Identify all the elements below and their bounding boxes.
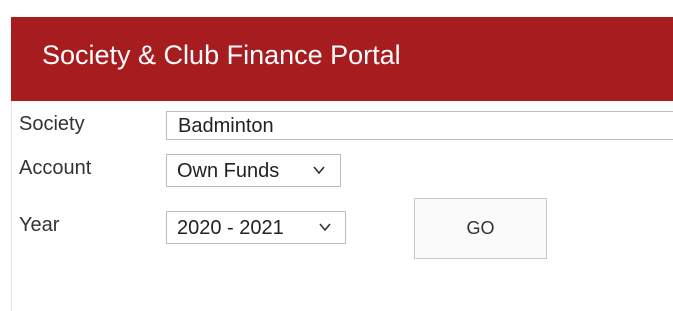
society-field[interactable]: Badminton — [166, 111, 673, 140]
go-button[interactable]: GO — [414, 198, 547, 259]
chevron-down-icon — [313, 166, 325, 175]
portal-header: Society & Club Finance Portal — [11, 17, 673, 101]
account-select[interactable]: Own Funds — [166, 154, 341, 187]
portal-title: Society & Club Finance Portal — [42, 40, 401, 70]
content-left-border — [11, 101, 12, 311]
society-value: Badminton — [178, 115, 274, 137]
chevron-down-icon — [319, 223, 331, 232]
year-label: Year — [19, 214, 60, 236]
society-label: Society — [19, 113, 85, 135]
account-select-value: Own Funds — [177, 160, 280, 182]
year-select-value: 2020 - 2021 — [177, 217, 284, 239]
account-label: Account — [19, 157, 92, 179]
year-select[interactable]: 2020 - 2021 — [166, 211, 346, 244]
